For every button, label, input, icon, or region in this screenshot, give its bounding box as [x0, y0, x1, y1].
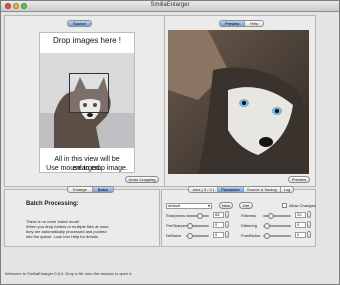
denoise-field[interactable]: 0: [213, 232, 224, 238]
tab-source-saving[interactable]: Source & Saving: [244, 187, 281, 192]
status-bar: Welcome to SmillaEnlarger 0.8.9. Drop a …: [5, 271, 133, 276]
delete-preset-button[interactable]: Del: [239, 202, 253, 209]
mode-tabs: Enlarge Batch: [67, 186, 115, 193]
allow-changes-checkbox[interactable]: [282, 203, 287, 208]
preview-tabs: Preview Help: [219, 20, 265, 27]
fractnoise-stepper[interactable]: [307, 231, 311, 238]
slider-knob[interactable]: [187, 233, 193, 239]
dithering-slider[interactable]: [263, 223, 291, 229]
batch-text-line: into the queue. Look into Help for detai…: [26, 234, 99, 239]
denoise-slider[interactable]: [186, 233, 209, 239]
slider-knob[interactable]: [187, 223, 193, 229]
crop-selection[interactable]: [69, 73, 109, 113]
preview-button[interactable]: Preview: [288, 176, 310, 183]
app-window: SmillaEnlarger Source Drop images here !…: [0, 0, 340, 285]
sharpness-stepper[interactable]: [225, 211, 229, 218]
tab-jobs[interactable]: Jobs ( 0 / 0 ): [189, 187, 219, 192]
presharpen-field[interactable]: 0: [213, 222, 224, 228]
presharpen-label: PreSharpen: [166, 223, 188, 228]
tab-source[interactable]: Source: [68, 21, 91, 26]
allow-changes-label: Allow Changes: [289, 203, 316, 208]
sharpness-label: Sharpness: [166, 213, 186, 218]
dithering-stepper[interactable]: [307, 221, 311, 228]
slider-knob[interactable]: [196, 213, 203, 219]
title-bar: SmillaEnlarger: [1, 1, 339, 12]
sharpness-slider[interactable]: [186, 213, 209, 219]
window-title: SmillaEnlarger: [150, 2, 190, 8]
chevron-down-icon: ▾: [207, 203, 210, 208]
slider-knob[interactable]: [264, 233, 270, 239]
flatness-stepper[interactable]: [307, 211, 311, 218]
presharpen-stepper[interactable]: [225, 221, 229, 228]
source-drop-area[interactable]: Drop images here ! All in this view will…: [39, 32, 135, 173]
tab-log[interactable]: Log: [281, 187, 294, 192]
fractnoise-label: FractNoise: [241, 233, 261, 238]
flatness-label: Flatness: [241, 213, 257, 218]
slider-knob[interactable]: [268, 213, 274, 219]
preview-image-view[interactable]: [168, 30, 309, 174]
sharpness-field[interactable]: 65: [213, 212, 224, 218]
preview-image: [168, 30, 309, 174]
tab-parameter[interactable]: Parameter: [218, 187, 244, 192]
fractnoise-slider[interactable]: [263, 233, 291, 239]
tab-help[interactable]: Help: [245, 21, 263, 26]
enlarge-hint-line-2: Use mouse to crop image.: [46, 165, 128, 172]
slider-knob[interactable]: [264, 223, 270, 229]
presharpen-slider[interactable]: [186, 223, 209, 229]
tab-batch[interactable]: Batch: [92, 187, 114, 192]
denoise-stepper[interactable]: [225, 231, 229, 238]
flatness-slider[interactable]: [263, 213, 291, 219]
new-preset-button[interactable]: New: [219, 202, 233, 209]
dithering-field[interactable]: 0: [295, 222, 306, 228]
undo-cropping-button[interactable]: Undo Cropping: [125, 176, 159, 183]
tab-enlarge[interactable]: Enlarge: [68, 187, 93, 192]
dithering-label: Dithering: [241, 223, 258, 228]
parameter-tabs: Jobs ( 0 / 0 ) Parameter Source & Saving…: [188, 186, 295, 193]
batch-heading: Batch Processing:: [26, 201, 79, 207]
source-tabs: Source: [67, 20, 92, 27]
flatness-field[interactable]: 20: [295, 212, 306, 218]
parameter-pane: [161, 189, 316, 247]
tab-preview[interactable]: Preview: [220, 21, 246, 26]
drop-hint: Drop images here !: [52, 36, 122, 45]
denoise-label: DeNoise: [166, 233, 182, 238]
preset-value: default: [168, 203, 181, 208]
preset-select[interactable]: default ▾: [166, 203, 212, 209]
fractnoise-field[interactable]: 0: [295, 232, 306, 238]
